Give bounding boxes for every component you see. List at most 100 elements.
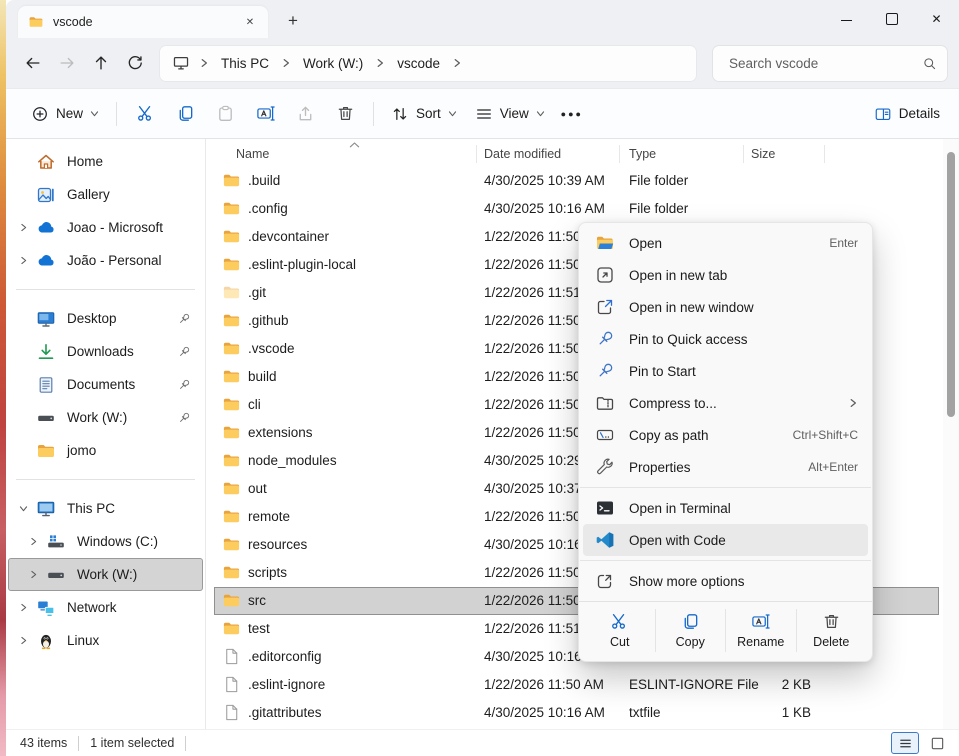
wrench-icon bbox=[595, 457, 615, 477]
paste-button[interactable] bbox=[205, 96, 245, 132]
scrollbar-thumb[interactable] bbox=[947, 152, 955, 417]
sidebar-item-work-w[interactable]: Work (W:) bbox=[8, 558, 203, 591]
file-row-partial[interactable] bbox=[206, 727, 943, 729]
sidebar-item-linux[interactable]: Linux bbox=[8, 624, 203, 657]
copy-button[interactable] bbox=[165, 96, 205, 132]
file-name: remote bbox=[248, 503, 290, 531]
column-header-date-modified[interactable]: Date modified bbox=[484, 147, 561, 161]
tab-vscode[interactable]: vscode ✕ bbox=[18, 6, 268, 38]
icons-view-toggle[interactable] bbox=[923, 732, 951, 754]
chevron-down-icon[interactable] bbox=[15, 501, 31, 517]
column-separator[interactable] bbox=[824, 145, 825, 163]
file-row-eslint-ignore[interactable]: .eslint-ignore1/22/2026 11:50 AMESLINT-I… bbox=[206, 671, 943, 699]
refresh-button[interactable] bbox=[118, 46, 152, 80]
file-name: cli bbox=[248, 391, 261, 419]
forward-button[interactable] bbox=[50, 46, 84, 80]
file-icon-file bbox=[222, 647, 241, 666]
file-name: scripts bbox=[248, 559, 287, 587]
column-separator[interactable] bbox=[476, 145, 477, 163]
sidebar-item-documents[interactable]: Documents bbox=[8, 368, 203, 401]
context-menu-quick-actions: CutCopyRenameDelete bbox=[579, 601, 872, 661]
close-button[interactable]: ✕ bbox=[914, 0, 959, 38]
plus-circle-icon bbox=[31, 105, 49, 123]
rename-button[interactable] bbox=[245, 96, 285, 132]
chevron-right-icon[interactable] bbox=[25, 534, 41, 550]
chevron-right-icon[interactable] bbox=[15, 253, 31, 269]
context-menu-item-open-with-code[interactable]: Open with Code bbox=[583, 524, 868, 556]
search-input[interactable] bbox=[727, 55, 916, 72]
see-more-button[interactable]: ●●● bbox=[554, 96, 590, 132]
sidebar-item-network[interactable]: Network bbox=[8, 591, 203, 624]
back-button[interactable] bbox=[16, 46, 50, 80]
up-button[interactable] bbox=[84, 46, 118, 80]
sidebar-item-jo-o-personal[interactable]: João - Personal bbox=[8, 244, 203, 277]
quick-action-cut[interactable]: Cut bbox=[585, 609, 655, 652]
minimize-button[interactable] bbox=[824, 0, 869, 38]
trash-icon bbox=[336, 104, 355, 123]
folder-open-icon bbox=[595, 233, 615, 253]
tab-close-icon[interactable]: ✕ bbox=[240, 12, 260, 32]
sort-button[interactable]: Sort bbox=[382, 96, 466, 132]
vertical-scrollbar[interactable] bbox=[943, 139, 959, 729]
view-button[interactable]: View bbox=[466, 96, 554, 132]
maximize-button[interactable] bbox=[869, 0, 914, 38]
context-menu-item-compress-to[interactable]: Compress to... bbox=[583, 387, 868, 419]
chevron-down-icon bbox=[90, 109, 99, 118]
sidebar-item-work-w[interactable]: Work (W:) bbox=[8, 401, 203, 434]
column-header-name[interactable]: Name bbox=[236, 147, 269, 161]
chevron-right-icon[interactable] bbox=[15, 220, 31, 236]
context-menu-item-open-in-terminal[interactable]: Open in Terminal bbox=[583, 492, 868, 524]
sidebar-item-jomo[interactable]: jomo bbox=[8, 434, 203, 467]
cut-button[interactable] bbox=[125, 96, 165, 132]
context-menu-item-pin-to-quick-access[interactable]: Pin to Quick access bbox=[583, 323, 868, 355]
file-icon-folder bbox=[222, 507, 241, 526]
column-separator[interactable] bbox=[619, 145, 620, 163]
chevron-right-icon[interactable] bbox=[15, 600, 31, 616]
file-row-config[interactable]: .config4/30/2025 10:16 AMFile folder bbox=[206, 195, 943, 223]
chevron-right-icon bbox=[19, 256, 28, 265]
chevron-right-icon bbox=[375, 58, 385, 68]
sidebar-item-windows-c[interactable]: Windows (C:) bbox=[8, 525, 203, 558]
context-menu-item-show-more-options[interactable]: Show more options bbox=[583, 565, 868, 597]
home-icon bbox=[36, 152, 56, 172]
share-button[interactable] bbox=[285, 96, 325, 132]
file-row-build[interactable]: .build4/30/2025 10:39 AMFile folder bbox=[206, 167, 943, 195]
sidebar-item-gallery[interactable]: Gallery bbox=[8, 178, 203, 211]
context-menu-item-label: Open in new tab bbox=[629, 268, 858, 283]
context-menu-item-open-in-new-tab[interactable]: Open in new tab bbox=[583, 259, 868, 291]
sidebar-item-downloads[interactable]: Downloads bbox=[8, 335, 203, 368]
context-menu-item-pin-to-start[interactable]: Pin to Start bbox=[583, 355, 868, 387]
context-menu-item-open-in-new-window[interactable]: Open in new window bbox=[583, 291, 868, 323]
toolbar-divider bbox=[116, 102, 117, 126]
breadcrumb-location-button[interactable] bbox=[166, 49, 196, 77]
sort-icon bbox=[391, 105, 409, 123]
delete-button[interactable] bbox=[325, 96, 365, 132]
sidebar-item-this-pc[interactable]: This PC bbox=[8, 492, 203, 525]
column-separator[interactable] bbox=[743, 145, 744, 163]
breadcrumb-vscode[interactable]: vscode bbox=[388, 49, 449, 77]
details-button[interactable]: Details bbox=[865, 96, 949, 132]
sidebar-item-joao-microsoft[interactable]: Joao - Microsoft bbox=[8, 211, 203, 244]
quick-action-copy[interactable]: Copy bbox=[655, 609, 726, 652]
file-icon-folder bbox=[222, 619, 241, 638]
sidebar-item-home[interactable]: Home bbox=[8, 145, 203, 178]
sidebar-item-desktop[interactable]: Desktop bbox=[8, 302, 203, 335]
context-menu-item-properties[interactable]: PropertiesAlt+Enter bbox=[583, 451, 868, 483]
breadcrumb-work-drive[interactable]: Work (W:) bbox=[294, 49, 372, 77]
quick-action-rename[interactable]: Rename bbox=[725, 609, 796, 652]
chevron-right-icon[interactable] bbox=[25, 567, 41, 583]
new-tab-button[interactable]: + bbox=[280, 8, 306, 34]
context-menu-item-copy-as-path[interactable]: Copy as pathCtrl+Shift+C bbox=[583, 419, 868, 451]
quick-action-delete[interactable]: Delete bbox=[796, 609, 867, 652]
chevron-slot bbox=[15, 311, 31, 327]
details-view-toggle[interactable] bbox=[891, 732, 919, 754]
column-header-type[interactable]: Type bbox=[629, 147, 656, 161]
file-row-gitattributes[interactable]: .gitattributes4/30/2025 10:16 AMtxtfile1… bbox=[206, 699, 943, 727]
context-menu: OpenEnter Open in new tab Open in new wind… bbox=[578, 222, 873, 662]
chevron-right-icon[interactable] bbox=[15, 633, 31, 649]
column-header-size[interactable]: Size bbox=[751, 147, 775, 161]
breadcrumb-this-pc[interactable]: This PC bbox=[212, 49, 278, 77]
context-menu-item-open[interactable]: OpenEnter bbox=[583, 227, 868, 259]
file-date-modified: 4/30/2025 10:39 AM bbox=[484, 167, 605, 195]
new-button[interactable]: New bbox=[22, 96, 108, 132]
